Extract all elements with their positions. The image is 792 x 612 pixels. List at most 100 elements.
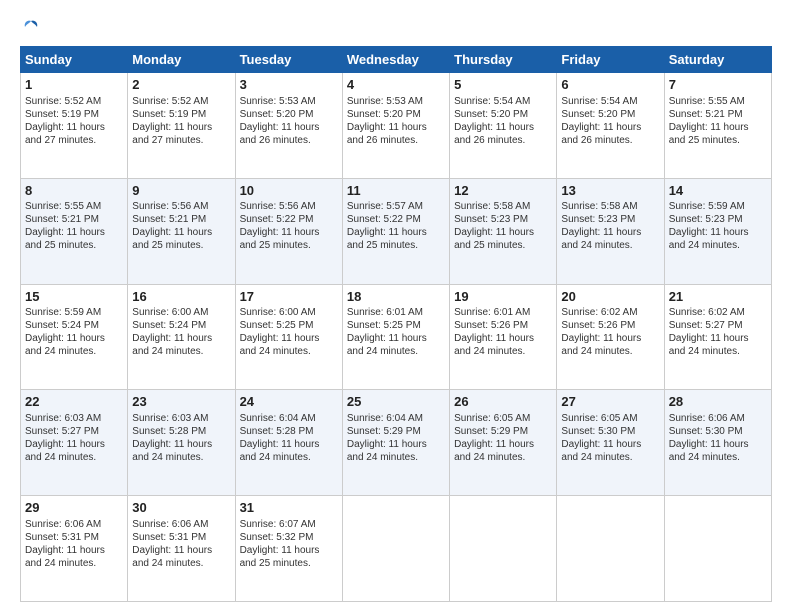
calendar-cell: 29Sunrise: 6:06 AM Sunset: 5:31 PM Dayli… xyxy=(21,496,128,602)
weekday-saturday: Saturday xyxy=(664,47,771,73)
day-number: 17 xyxy=(240,288,338,306)
calendar-cell: 11Sunrise: 5:57 AM Sunset: 5:22 PM Dayli… xyxy=(342,178,449,284)
calendar-cell: 27Sunrise: 6:05 AM Sunset: 5:30 PM Dayli… xyxy=(557,390,664,496)
day-info: Sunrise: 6:05 AM Sunset: 5:29 PM Dayligh… xyxy=(454,412,552,464)
day-number: 5 xyxy=(454,76,552,94)
calendar-cell: 31Sunrise: 6:07 AM Sunset: 5:32 PM Dayli… xyxy=(235,496,342,602)
calendar-cell: 12Sunrise: 5:58 AM Sunset: 5:23 PM Dayli… xyxy=(450,178,557,284)
week-row-5: 29Sunrise: 6:06 AM Sunset: 5:31 PM Dayli… xyxy=(21,496,772,602)
day-number: 28 xyxy=(669,393,767,411)
day-number: 18 xyxy=(347,288,445,306)
day-number: 3 xyxy=(240,76,338,94)
day-number: 11 xyxy=(347,182,445,200)
calendar-cell: 19Sunrise: 6:01 AM Sunset: 5:26 PM Dayli… xyxy=(450,284,557,390)
day-number: 7 xyxy=(669,76,767,94)
day-info: Sunrise: 6:04 AM Sunset: 5:29 PM Dayligh… xyxy=(347,412,445,464)
day-number: 31 xyxy=(240,499,338,517)
day-info: Sunrise: 5:58 AM Sunset: 5:23 PM Dayligh… xyxy=(561,200,659,252)
day-info: Sunrise: 6:07 AM Sunset: 5:32 PM Dayligh… xyxy=(240,518,338,570)
week-row-3: 15Sunrise: 5:59 AM Sunset: 5:24 PM Dayli… xyxy=(21,284,772,390)
day-info: Sunrise: 5:56 AM Sunset: 5:21 PM Dayligh… xyxy=(132,200,230,252)
day-number: 25 xyxy=(347,393,445,411)
header xyxy=(20,18,772,36)
calendar-cell: 18Sunrise: 6:01 AM Sunset: 5:25 PM Dayli… xyxy=(342,284,449,390)
calendar-cell: 22Sunrise: 6:03 AM Sunset: 5:27 PM Dayli… xyxy=(21,390,128,496)
calendar-cell: 16Sunrise: 6:00 AM Sunset: 5:24 PM Dayli… xyxy=(128,284,235,390)
calendar-cell xyxy=(450,496,557,602)
calendar-cell: 5Sunrise: 5:54 AM Sunset: 5:20 PM Daylig… xyxy=(450,73,557,179)
day-info: Sunrise: 5:52 AM Sunset: 5:19 PM Dayligh… xyxy=(25,95,123,147)
day-info: Sunrise: 6:06 AM Sunset: 5:31 PM Dayligh… xyxy=(132,518,230,570)
logo-text xyxy=(20,18,41,36)
calendar-cell: 25Sunrise: 6:04 AM Sunset: 5:29 PM Dayli… xyxy=(342,390,449,496)
day-number: 13 xyxy=(561,182,659,200)
day-info: Sunrise: 5:53 AM Sunset: 5:20 PM Dayligh… xyxy=(347,95,445,147)
day-info: Sunrise: 5:54 AM Sunset: 5:20 PM Dayligh… xyxy=(561,95,659,147)
day-info: Sunrise: 6:06 AM Sunset: 5:30 PM Dayligh… xyxy=(669,412,767,464)
day-info: Sunrise: 6:04 AM Sunset: 5:28 PM Dayligh… xyxy=(240,412,338,464)
weekday-monday: Monday xyxy=(128,47,235,73)
day-number: 23 xyxy=(132,393,230,411)
day-info: Sunrise: 5:52 AM Sunset: 5:19 PM Dayligh… xyxy=(132,95,230,147)
calendar-cell: 6Sunrise: 5:54 AM Sunset: 5:20 PM Daylig… xyxy=(557,73,664,179)
day-info: Sunrise: 5:59 AM Sunset: 5:24 PM Dayligh… xyxy=(25,306,123,358)
calendar-cell: 13Sunrise: 5:58 AM Sunset: 5:23 PM Dayli… xyxy=(557,178,664,284)
day-number: 10 xyxy=(240,182,338,200)
day-info: Sunrise: 6:06 AM Sunset: 5:31 PM Dayligh… xyxy=(25,518,123,570)
day-info: Sunrise: 5:54 AM Sunset: 5:20 PM Dayligh… xyxy=(454,95,552,147)
day-number: 19 xyxy=(454,288,552,306)
day-number: 12 xyxy=(454,182,552,200)
calendar-cell: 21Sunrise: 6:02 AM Sunset: 5:27 PM Dayli… xyxy=(664,284,771,390)
day-number: 22 xyxy=(25,393,123,411)
day-number: 30 xyxy=(132,499,230,517)
day-info: Sunrise: 6:05 AM Sunset: 5:30 PM Dayligh… xyxy=(561,412,659,464)
day-number: 1 xyxy=(25,76,123,94)
calendar-cell: 20Sunrise: 6:02 AM Sunset: 5:26 PM Dayli… xyxy=(557,284,664,390)
calendar-cell: 4Sunrise: 5:53 AM Sunset: 5:20 PM Daylig… xyxy=(342,73,449,179)
logo xyxy=(20,18,41,36)
week-row-2: 8Sunrise: 5:55 AM Sunset: 5:21 PM Daylig… xyxy=(21,178,772,284)
day-info: Sunrise: 6:02 AM Sunset: 5:27 PM Dayligh… xyxy=(669,306,767,358)
calendar-cell: 10Sunrise: 5:56 AM Sunset: 5:22 PM Dayli… xyxy=(235,178,342,284)
day-info: Sunrise: 6:03 AM Sunset: 5:28 PM Dayligh… xyxy=(132,412,230,464)
weekday-thursday: Thursday xyxy=(450,47,557,73)
calendar-cell: 14Sunrise: 5:59 AM Sunset: 5:23 PM Dayli… xyxy=(664,178,771,284)
day-info: Sunrise: 5:55 AM Sunset: 5:21 PM Dayligh… xyxy=(25,200,123,252)
weekday-header-row: SundayMondayTuesdayWednesdayThursdayFrid… xyxy=(21,47,772,73)
day-number: 2 xyxy=(132,76,230,94)
weekday-sunday: Sunday xyxy=(21,47,128,73)
week-row-4: 22Sunrise: 6:03 AM Sunset: 5:27 PM Dayli… xyxy=(21,390,772,496)
day-number: 20 xyxy=(561,288,659,306)
calendar-cell xyxy=(557,496,664,602)
day-info: Sunrise: 5:56 AM Sunset: 5:22 PM Dayligh… xyxy=(240,200,338,252)
calendar-cell: 23Sunrise: 6:03 AM Sunset: 5:28 PM Dayli… xyxy=(128,390,235,496)
calendar-cell: 2Sunrise: 5:52 AM Sunset: 5:19 PM Daylig… xyxy=(128,73,235,179)
day-number: 14 xyxy=(669,182,767,200)
calendar-cell: 26Sunrise: 6:05 AM Sunset: 5:29 PM Dayli… xyxy=(450,390,557,496)
calendar-cell: 28Sunrise: 6:06 AM Sunset: 5:30 PM Dayli… xyxy=(664,390,771,496)
calendar-table: SundayMondayTuesdayWednesdayThursdayFrid… xyxy=(20,46,772,602)
day-number: 24 xyxy=(240,393,338,411)
day-info: Sunrise: 6:02 AM Sunset: 5:26 PM Dayligh… xyxy=(561,306,659,358)
day-info: Sunrise: 5:53 AM Sunset: 5:20 PM Dayligh… xyxy=(240,95,338,147)
day-info: Sunrise: 5:57 AM Sunset: 5:22 PM Dayligh… xyxy=(347,200,445,252)
calendar-cell: 30Sunrise: 6:06 AM Sunset: 5:31 PM Dayli… xyxy=(128,496,235,602)
day-number: 15 xyxy=(25,288,123,306)
day-number: 21 xyxy=(669,288,767,306)
calendar-cell: 24Sunrise: 6:04 AM Sunset: 5:28 PM Dayli… xyxy=(235,390,342,496)
logo-bird-icon xyxy=(22,18,40,36)
calendar-cell: 1Sunrise: 5:52 AM Sunset: 5:19 PM Daylig… xyxy=(21,73,128,179)
day-info: Sunrise: 6:01 AM Sunset: 5:26 PM Dayligh… xyxy=(454,306,552,358)
day-info: Sunrise: 5:55 AM Sunset: 5:21 PM Dayligh… xyxy=(669,95,767,147)
calendar-cell xyxy=(342,496,449,602)
calendar-cell: 9Sunrise: 5:56 AM Sunset: 5:21 PM Daylig… xyxy=(128,178,235,284)
day-number: 6 xyxy=(561,76,659,94)
calendar-cell xyxy=(664,496,771,602)
day-number: 29 xyxy=(25,499,123,517)
day-info: Sunrise: 5:59 AM Sunset: 5:23 PM Dayligh… xyxy=(669,200,767,252)
calendar-cell: 7Sunrise: 5:55 AM Sunset: 5:21 PM Daylig… xyxy=(664,73,771,179)
week-row-1: 1Sunrise: 5:52 AM Sunset: 5:19 PM Daylig… xyxy=(21,73,772,179)
day-number: 4 xyxy=(347,76,445,94)
day-number: 9 xyxy=(132,182,230,200)
day-info: Sunrise: 6:00 AM Sunset: 5:25 PM Dayligh… xyxy=(240,306,338,358)
